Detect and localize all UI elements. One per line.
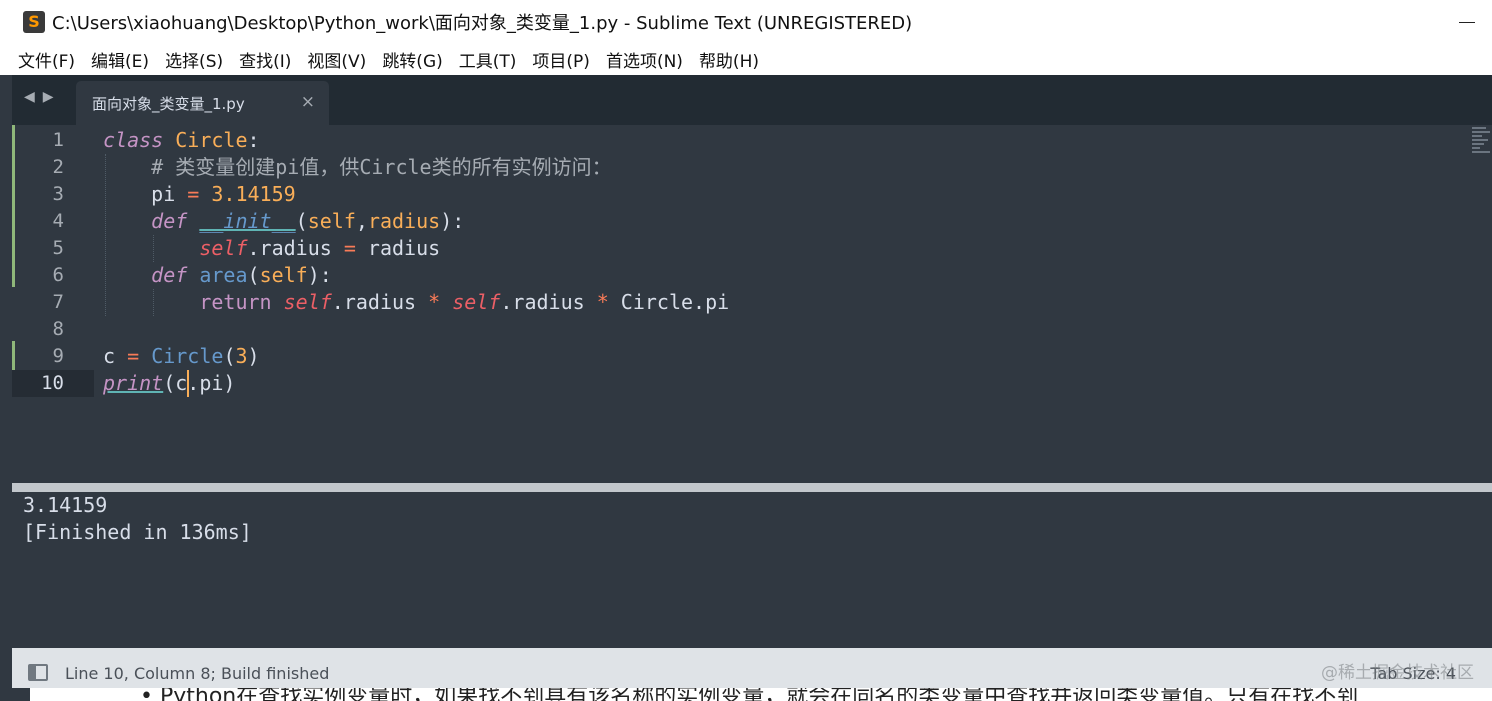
menu-find[interactable]: 查找(I) xyxy=(231,47,299,72)
code-line-3: pi = 3.14159 xyxy=(103,182,296,206)
code-area[interactable]: class Circle: # 类变量创建pi值，供Circle类的所有实例访问… xyxy=(103,125,1462,483)
build-output-panel: 3.14159 [Finished in 136ms] xyxy=(12,492,1492,648)
line-number: 1 xyxy=(52,129,64,151)
code-line-4: def __init__(self,radius): xyxy=(151,209,465,233)
sublime-icon: S xyxy=(23,11,45,33)
tab-nav: ◀ ▶ xyxy=(24,89,54,105)
panel-toggle-icon[interactable] xyxy=(28,664,48,681)
watermark: @稀土掘金技术社区 xyxy=(1321,663,1474,683)
output-line: 3.14159 xyxy=(23,493,108,517)
menu-goto[interactable]: 跳转(G) xyxy=(374,47,450,72)
text-cursor xyxy=(187,370,189,397)
menu-bar: 文件(F) 编辑(E) 选择(S) 查找(I) 视图(V) 跳转(G) 工具(T… xyxy=(0,44,1492,75)
code-line-1: class Circle: xyxy=(103,128,260,152)
line-number: 7 xyxy=(52,291,64,313)
menu-selection[interactable]: 选择(S) xyxy=(157,47,231,72)
code-editor[interactable]: 1 2 3 4 5 6 7 8 9 10 class Circle: # 类变量… xyxy=(12,125,1492,483)
line-number: 6 xyxy=(52,264,64,286)
background-text: • Python在查找实例变量时，如果找不到具有该名称的实例变量，就会在同名的类… xyxy=(140,688,1359,701)
tab-bar: ◀ ▶ 面向对象_类变量_1.py × xyxy=(12,75,1492,125)
menu-help[interactable]: 帮助(H) xyxy=(691,47,767,72)
menu-view[interactable]: 视图(V) xyxy=(299,47,374,72)
menu-edit[interactable]: 编辑(E) xyxy=(83,47,157,72)
line-number: 4 xyxy=(52,210,64,232)
code-line-6: def area(self): xyxy=(151,263,332,287)
background-document: • Python在查找实例变量时，如果找不到具有该名称的实例变量，就会在同名的类… xyxy=(30,688,1492,701)
line-number: 9 xyxy=(52,345,64,367)
status-text: Line 10, Column 8; Build finished xyxy=(65,664,330,683)
code-line-10: print(c.pi) xyxy=(103,371,236,395)
code-line-9: c = Circle(3) xyxy=(103,344,260,368)
line-number-active: 10 xyxy=(12,370,94,397)
sublime-window: S C:\Users\xiaohuang\Desktop\Python_work… xyxy=(0,0,1492,701)
tab-label: 面向对象_类变量_1.py xyxy=(92,94,245,113)
tab-prev-icon[interactable]: ◀ xyxy=(24,89,35,105)
menu-project[interactable]: 项目(P) xyxy=(524,47,598,72)
minimize-icon xyxy=(1459,21,1475,23)
line-gutter: 1 2 3 4 5 6 7 8 9 10 xyxy=(12,125,94,483)
minimize-button[interactable] xyxy=(1442,8,1492,36)
panel-splitter[interactable] xyxy=(12,483,1492,492)
menu-tools[interactable]: 工具(T) xyxy=(451,47,525,72)
status-bar: Line 10, Column 8; Build finished Tab Si… xyxy=(12,648,1492,688)
window-title: C:\Users\xiaohuang\Desktop\Python_work\面… xyxy=(52,13,913,34)
menu-preferences[interactable]: 首选项(N) xyxy=(598,47,691,72)
tab-next-icon[interactable]: ▶ xyxy=(43,89,54,105)
line-number: 2 xyxy=(52,156,64,178)
line-number: 3 xyxy=(52,183,64,205)
tab-active-file[interactable]: 面向对象_类变量_1.py × xyxy=(76,81,329,125)
line-number: 8 xyxy=(52,318,64,340)
menu-file[interactable]: 文件(F) xyxy=(10,47,83,72)
minimap[interactable] xyxy=(1472,125,1492,161)
code-line-2: # 类变量创建pi值，供Circle类的所有实例访问： xyxy=(151,155,612,179)
line-number: 5 xyxy=(52,237,64,259)
code-line-7: return self.radius * self.radius * Circl… xyxy=(199,290,730,314)
title-bar: S C:\Users\xiaohuang\Desktop\Python_work… xyxy=(0,0,1492,44)
code-line-5: self.radius = radius xyxy=(199,236,441,260)
close-icon[interactable]: × xyxy=(301,92,315,112)
output-line: [Finished in 136ms] xyxy=(23,520,252,544)
